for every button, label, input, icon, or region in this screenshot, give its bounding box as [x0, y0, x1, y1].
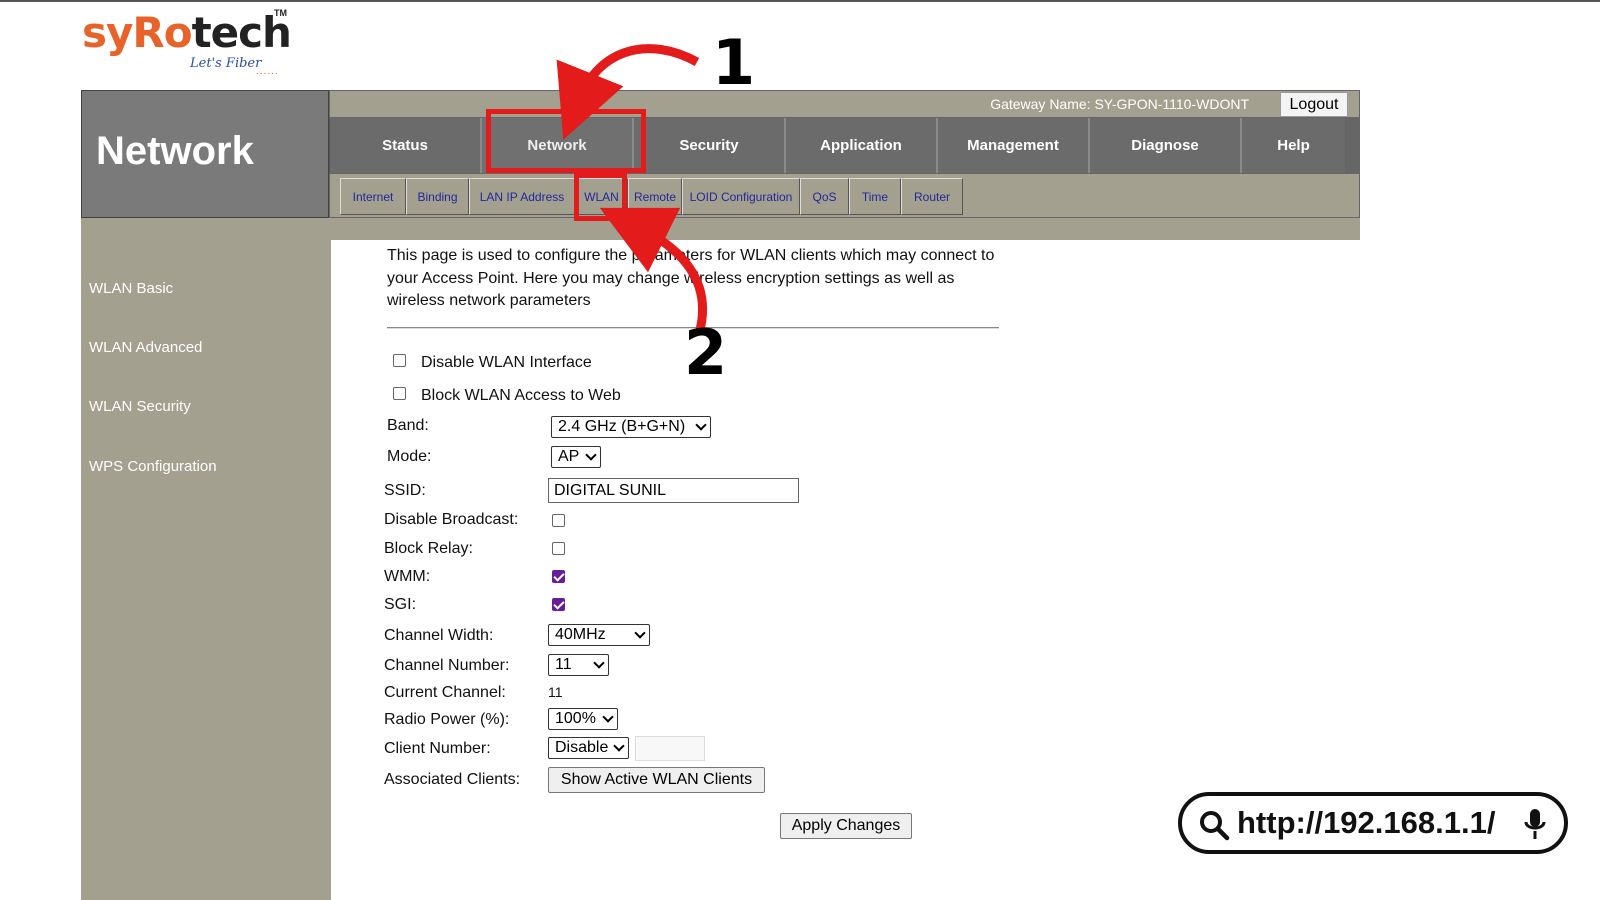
- arrow-to-network-tab: [556, 44, 700, 140]
- microphone-icon: [1524, 809, 1546, 839]
- step-number-1: 1: [712, 26, 756, 99]
- annotation-arrows: [556, 44, 707, 332]
- url-text: http://192.168.1.1/: [1237, 805, 1496, 840]
- step-number-2: 2: [684, 316, 728, 389]
- arrow-to-wlan-subtab: [599, 207, 707, 332]
- search-icon: [1200, 811, 1230, 841]
- url-search-bar[interactable]: http://192.168.1.1/: [1178, 792, 1568, 854]
